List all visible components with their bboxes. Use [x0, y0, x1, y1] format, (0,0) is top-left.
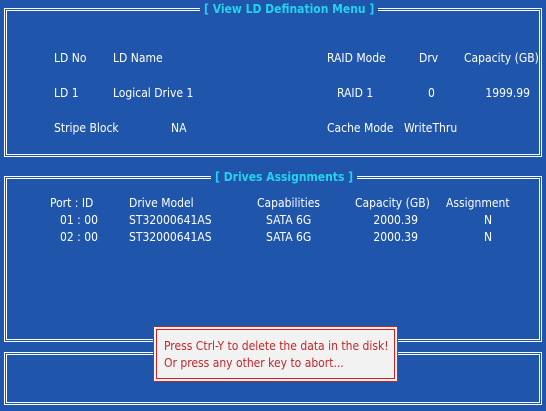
header-ld-name: LD Name [113, 51, 163, 65]
stripe-block-value: NA [171, 121, 187, 135]
ld-raid-mode: RAID 1 [337, 86, 374, 100]
header-drive-model: Drive Model [129, 196, 194, 210]
drive-row-2-model: ST32000641AS [129, 230, 212, 244]
drive-row-2-assignment: N [484, 230, 493, 244]
header-port-id: Port : ID [50, 196, 94, 210]
dialog-message-line-1: Press Ctrl-Y to delete the data in the d… [164, 339, 389, 353]
header-drive-capacity: Capacity (GB) [355, 196, 430, 210]
header-raid-mode: RAID Mode [327, 51, 386, 65]
delete-confirmation-dialog[interactable]: Press Ctrl-Y to delete the data in the d… [153, 326, 398, 382]
drive-row-2-port: 02 : 00 [60, 230, 98, 244]
drive-row-1-model: ST32000641AS [129, 213, 212, 227]
dialog-message-line-2: Or press any other key to abort... [164, 356, 344, 370]
drive-row-1-capabilities: SATA 6G [266, 213, 312, 227]
ld-number: LD 1 [54, 86, 79, 100]
drives-panel-title: [ Drives Assignments ] [211, 170, 358, 184]
stripe-block-label: Stripe Block [54, 121, 119, 135]
drive-row-2-capacity: 2000.39 [373, 230, 418, 244]
header-capabilities: Capabilities [257, 196, 320, 210]
cache-mode-value: WriteThru [404, 121, 458, 135]
header-assignment: Assignment [446, 196, 510, 210]
header-drv: Drv [419, 51, 439, 65]
ld-name: Logical Drive 1 [113, 86, 194, 100]
drive-row-1-port: 01 : 00 [60, 213, 98, 227]
header-ld-no: LD No [54, 51, 87, 65]
ld-capacity: 1999.99 [485, 86, 530, 100]
cache-mode-label: Cache Mode [327, 121, 394, 135]
drive-row-1-assignment: N [484, 213, 493, 227]
ld-panel-title: [ View LD Defination Menu ] [200, 2, 379, 16]
ld-drv: 0 [428, 86, 435, 100]
dialog-inner-frame [156, 329, 395, 379]
header-capacity: Capacity (GB) [464, 51, 539, 65]
drive-row-1-capacity: 2000.39 [373, 213, 418, 227]
drive-row-2-capabilities: SATA 6G [266, 230, 312, 244]
